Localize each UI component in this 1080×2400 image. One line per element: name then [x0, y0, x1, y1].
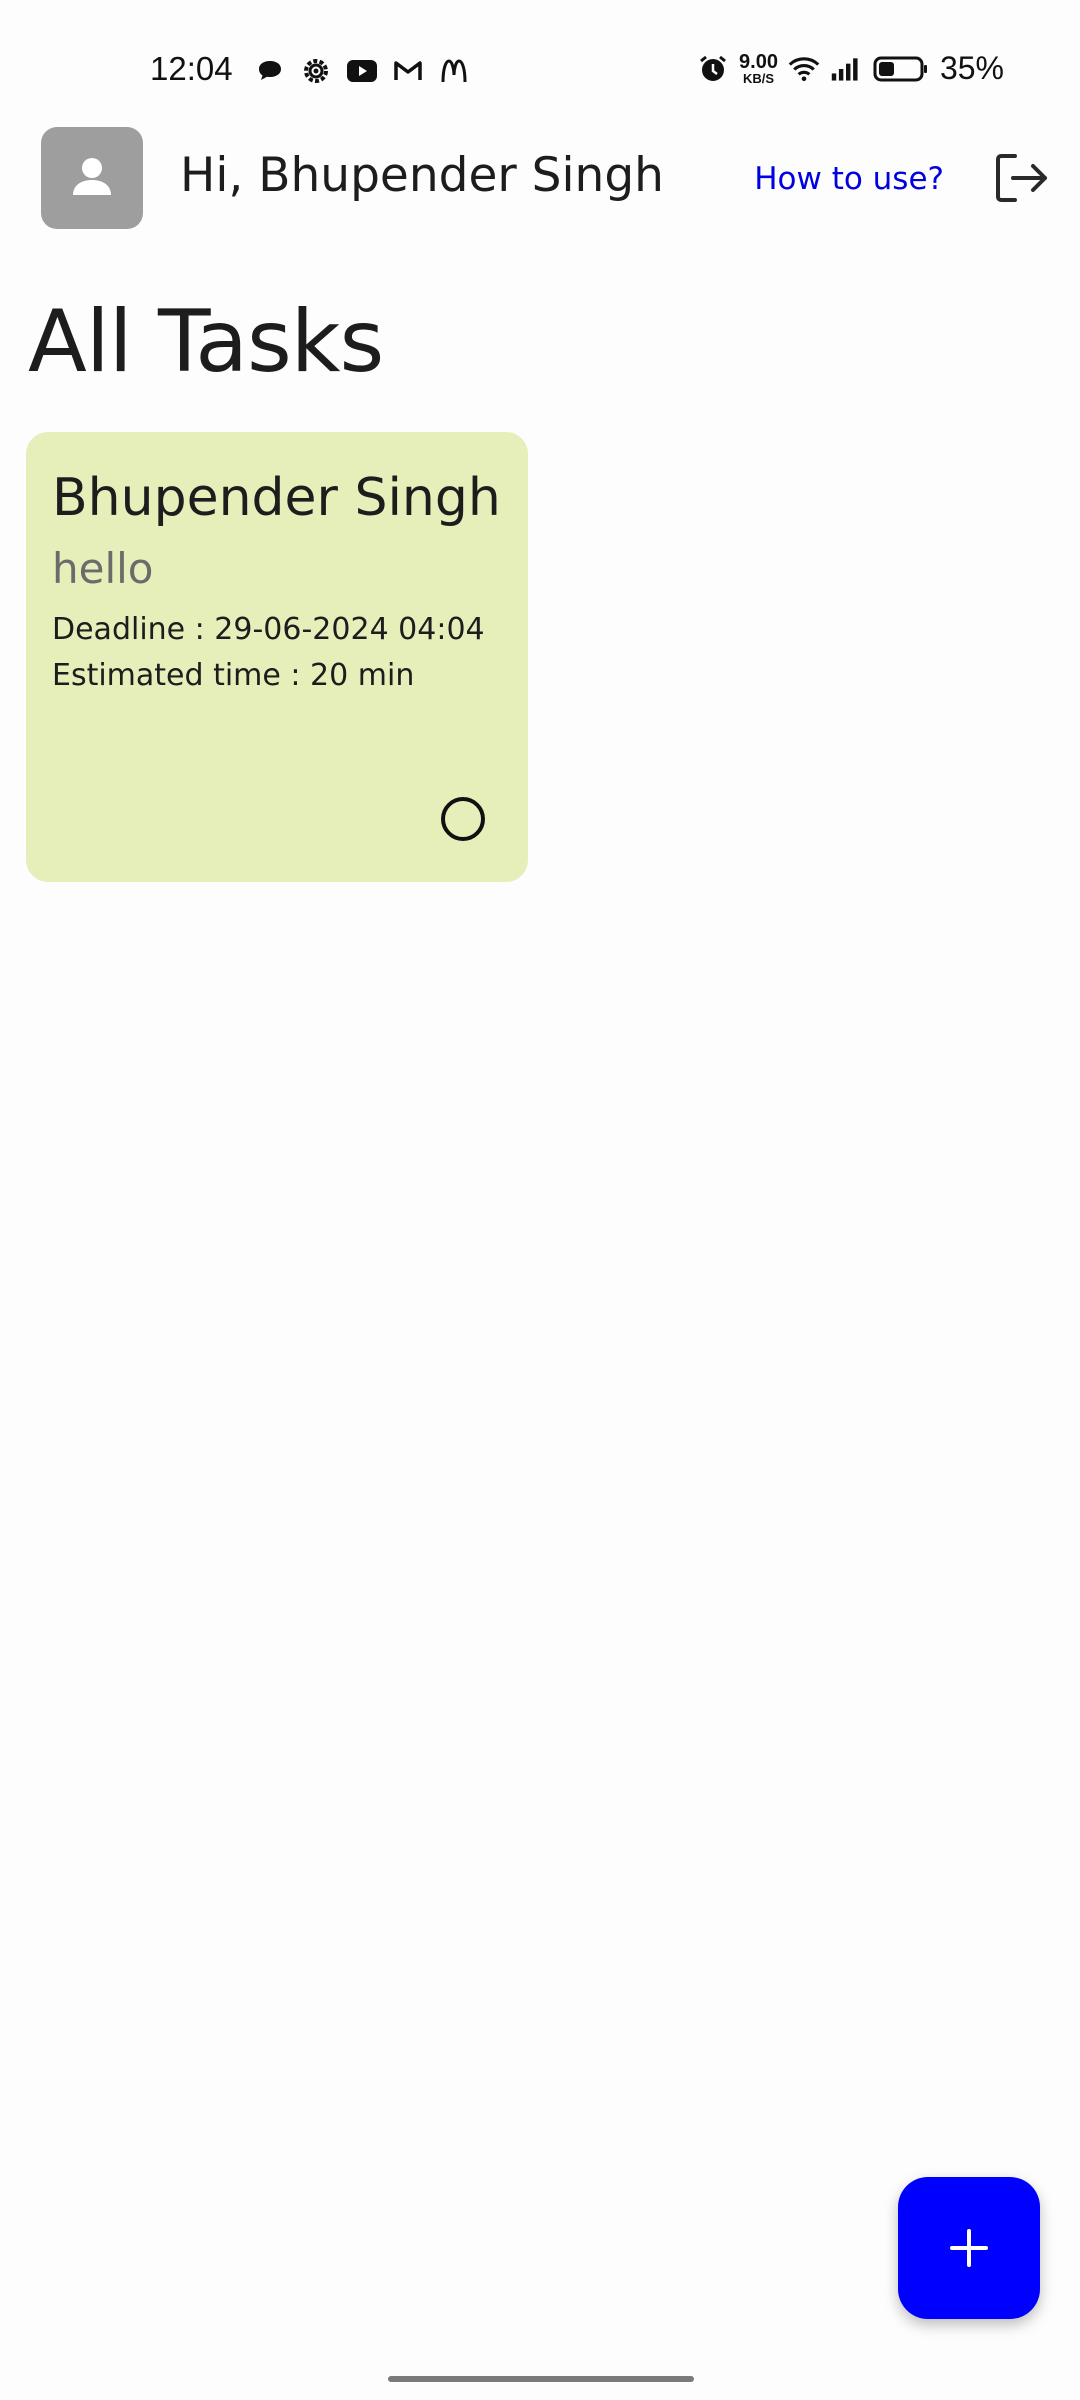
task-estimated-time: Estimated time : 20 min — [52, 658, 415, 693]
battery-icon — [872, 53, 930, 85]
youtube-icon — [346, 55, 378, 87]
notification-icons — [254, 55, 470, 87]
alarm-icon — [697, 53, 729, 85]
gmail-icon — [392, 55, 424, 87]
settings-gear-icon — [300, 55, 332, 87]
task-complete-checkbox[interactable] — [441, 797, 485, 841]
greeting-text: Hi, Bhupender Singh — [180, 148, 664, 203]
wifi-icon — [788, 53, 820, 85]
battery-percent: 35% — [939, 50, 1004, 86]
system-status-icons: 9.00 KB/S 35% — [697, 50, 1004, 87]
page-title: All Tasks — [28, 292, 384, 392]
status-time: 12:04 — [150, 50, 233, 87]
how-to-use-link[interactable]: How to use? — [754, 161, 944, 197]
signal-icon — [830, 53, 862, 85]
task-deadline: Deadline : 29-06-2024 04:04 — [52, 612, 485, 647]
avatar[interactable] — [41, 127, 143, 229]
home-indicator[interactable] — [388, 2376, 694, 2382]
chat-bubble-icon — [254, 55, 286, 87]
app-screen: 12:04 9.00 KB/S 35% Hi, Bhupender Singh … — [0, 0, 1080, 2400]
logout-icon — [996, 154, 1047, 202]
add-task-button[interactable] — [898, 2177, 1040, 2319]
network-speed: 9.00 KB/S — [739, 51, 778, 86]
mcdonalds-icon — [438, 55, 470, 87]
user-icon — [73, 158, 111, 195]
logout-button[interactable] — [992, 150, 1050, 206]
app-header: Hi, Bhupender Singh How to use? — [0, 126, 1080, 230]
status-bar: 12:04 9.00 KB/S 35% — [0, 0, 1080, 130]
task-card[interactable]: Bhupender Singh hello Deadline : 29-06-2… — [26, 432, 528, 882]
plus-icon — [950, 2229, 988, 2267]
task-description: hello — [52, 544, 154, 593]
task-title: Bhupender Singh — [52, 468, 501, 528]
